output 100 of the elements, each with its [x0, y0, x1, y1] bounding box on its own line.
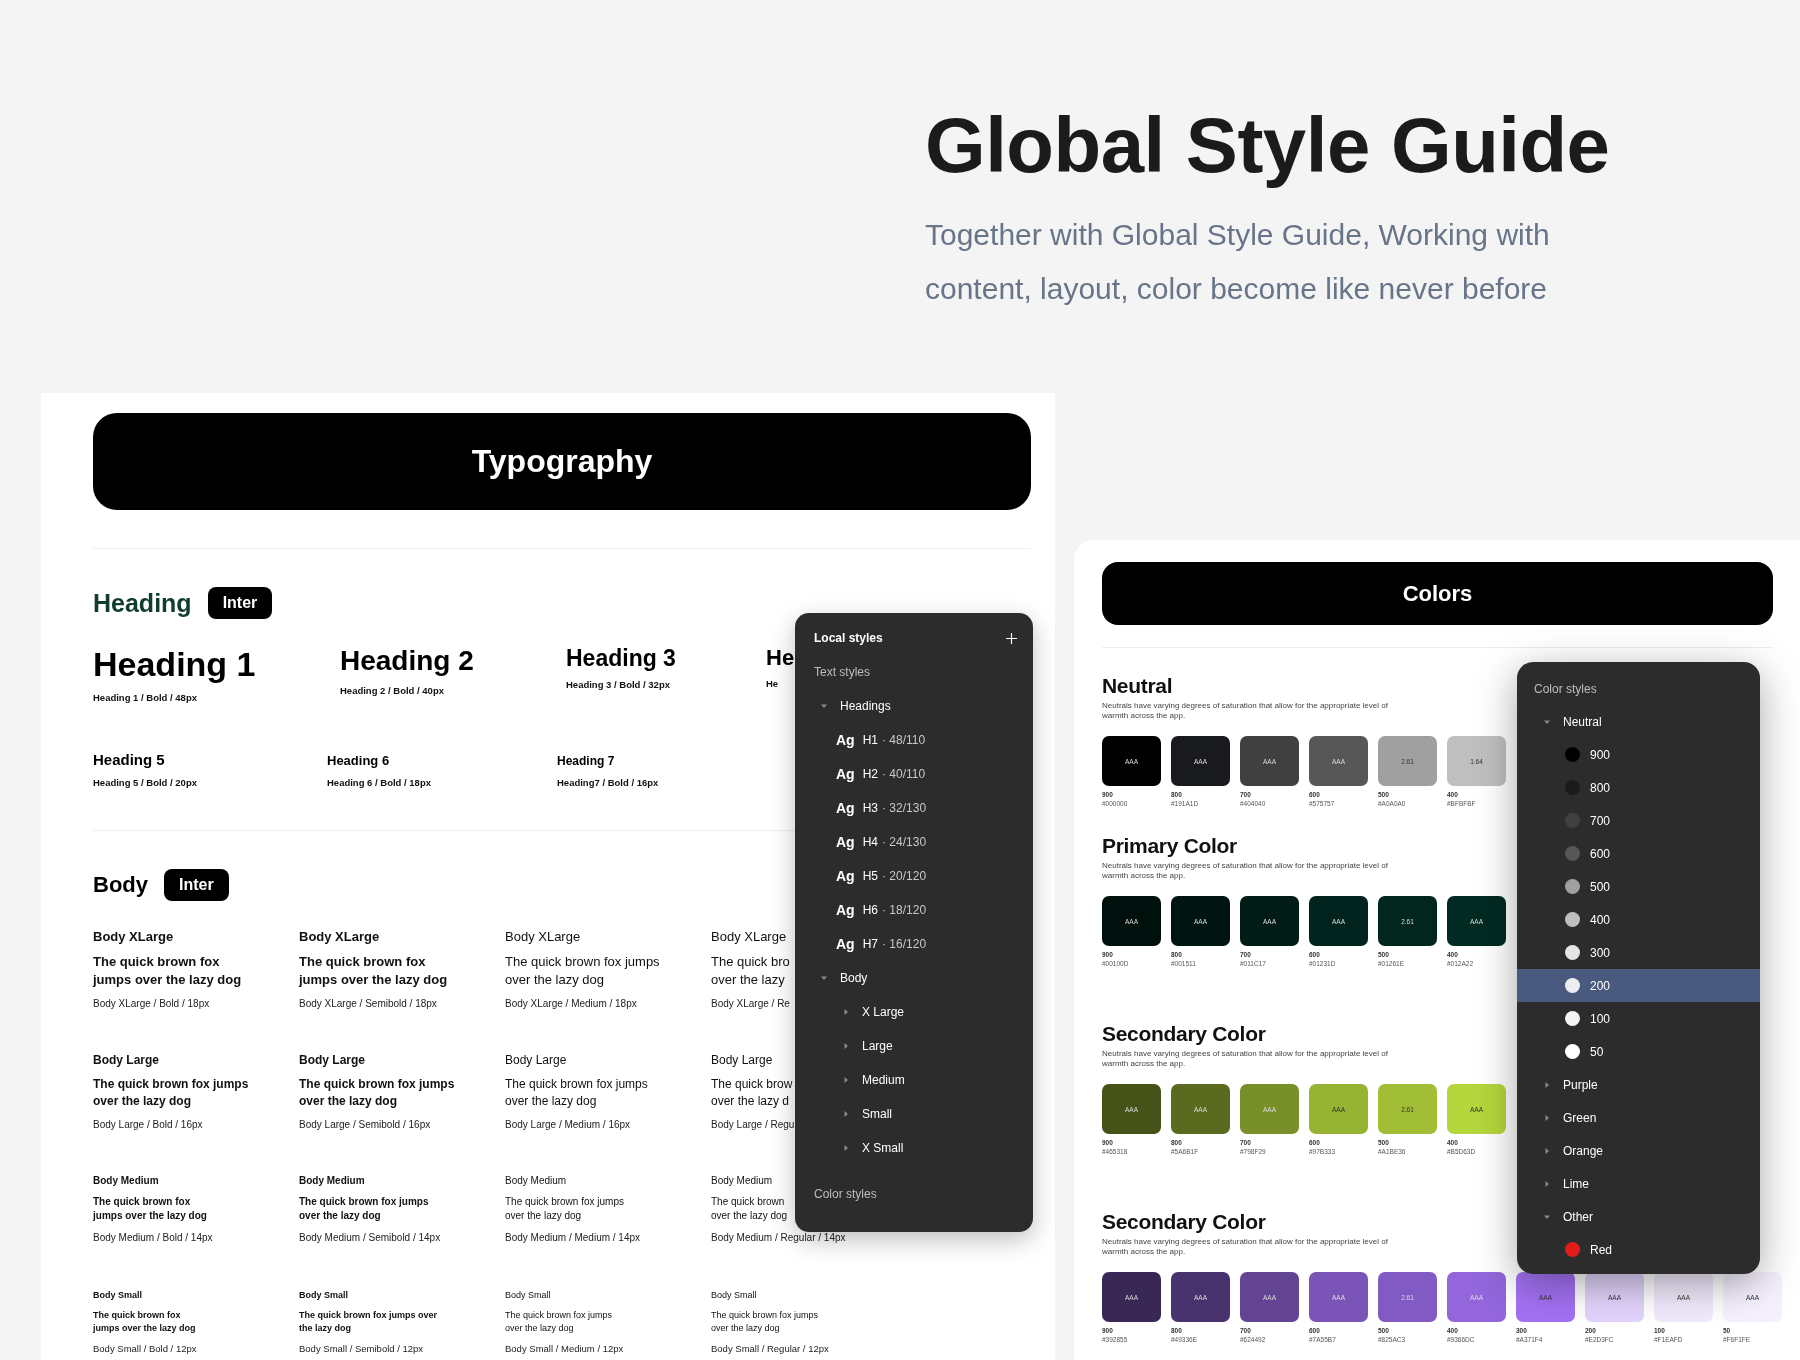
color-style-item[interactable]: 50	[1517, 1035, 1760, 1068]
style-name[interactable]: H1	[862, 733, 878, 747]
color-style-item[interactable]: 100	[1517, 1002, 1760, 1035]
sample-text: The quick brown fox jumps over the lazy dog	[299, 1309, 438, 1335]
color-style-item[interactable]: 300	[1517, 936, 1760, 969]
text-style-sample: Ag	[836, 732, 855, 748]
style-spec: Body Large / Medium / 16px	[505, 1118, 631, 1130]
text-style-sample: Ag	[836, 834, 855, 850]
color-style-item[interactable]: 400	[1517, 903, 1760, 936]
style-spec: Heading 5 / Bold / 20px	[93, 777, 197, 789]
style-size: · 32/130	[882, 801, 927, 815]
color-style-item[interactable]: 500	[1517, 870, 1760, 903]
folder-label[interactable]: Small	[862, 1107, 892, 1121]
group-label[interactable]: Neutral	[1563, 714, 1602, 729]
color-name: 500	[1590, 879, 1611, 894]
style-spec: He	[766, 678, 779, 690]
folder-label[interactable]: X Small	[862, 1141, 904, 1155]
group-label[interactable]: Orange	[1563, 1143, 1604, 1158]
style-title: Body Small	[711, 1290, 757, 1301]
style-spec: Body Medium / Semibold / 14px	[299, 1232, 441, 1244]
heading-sample: Heading 5	[93, 751, 165, 769]
group-label[interactable]: Lime	[1563, 1176, 1589, 1191]
add-icon[interactable]	[1006, 632, 1017, 644]
style-name[interactable]: H3	[862, 801, 878, 815]
style-size: · 48/110	[882, 733, 926, 747]
caret-icon[interactable]	[1543, 1080, 1551, 1089]
caret-icon[interactable]	[842, 1008, 850, 1016]
style-title: Body Large	[299, 1053, 365, 1068]
sample-text: The quick brown fox jumps over the lazy dog	[93, 953, 242, 990]
style-spec: Body Medium / Bold / 14px	[93, 1232, 213, 1244]
group-description: Neutrals have varying degrees of saturation that allow for the appropriate level of warmth across the app.	[1102, 1049, 1388, 1069]
style-name[interactable]: H4	[862, 835, 878, 849]
text-style-sample: Ag	[836, 936, 855, 952]
style-spec: Body XLarge / Medium / 18px	[505, 998, 637, 1010]
style-spec: Body Large / Bold / 16px	[93, 1118, 203, 1130]
style-title: Body Medium	[299, 1175, 365, 1187]
style-title: Body Large	[93, 1053, 159, 1068]
sample-text: The quick brown fox jumps over the lazy dog	[505, 1076, 648, 1110]
style-name[interactable]: H7	[862, 937, 878, 951]
style-spec: Body Small / Medium / 12px	[505, 1343, 624, 1355]
caret-icon[interactable]	[1543, 1113, 1551, 1122]
color-style-item[interactable]: Red	[1517, 1233, 1760, 1266]
caret-icon[interactable]	[842, 1110, 850, 1118]
caret-icon[interactable]	[1543, 1146, 1551, 1155]
style-spec: Body Medium / Medium / 14px	[505, 1232, 641, 1244]
text-style-sample: Ag	[836, 902, 855, 918]
color-style-item[interactable]: 900	[1517, 738, 1760, 771]
style-title: Body XLarge	[299, 929, 380, 945]
style-title: Body Medium	[93, 1175, 159, 1187]
caret-icon[interactable]	[842, 1144, 850, 1152]
heading-sample: Heading 2	[340, 645, 474, 678]
color-name: 200	[1590, 978, 1611, 993]
panel-title: Local styles	[814, 631, 883, 645]
style-size: · 24/130	[882, 835, 927, 849]
text-style-sample: Ag	[836, 868, 855, 884]
style-spec: Body XLarge / Bold / 18px	[93, 998, 210, 1010]
style-spec: Body Large / Regu	[711, 1118, 795, 1130]
style-spec: Body Small / Semibold / 12px	[299, 1343, 424, 1355]
folder-label[interactable]: X Large	[862, 1005, 905, 1019]
group-label[interactable]: Other	[1563, 1209, 1593, 1224]
style-name[interactable]: H6	[862, 903, 878, 917]
color-style-item[interactable]: 200	[1517, 969, 1760, 1002]
text-style-sample: Ag	[836, 800, 855, 816]
caret-icon[interactable]	[820, 974, 828, 982]
folder-label[interactable]: Large	[862, 1039, 893, 1053]
sample-text: The quick brown over the lazy dog	[711, 1195, 788, 1224]
caret-icon[interactable]	[820, 702, 828, 710]
section-label: Text styles	[814, 665, 870, 679]
sample-text: The quick bro over the lazy	[711, 953, 790, 990]
sample-text: The quick brown fox jumps over the lazy dog	[299, 953, 448, 990]
folder-label[interactable]: Medium	[862, 1073, 905, 1087]
caret-icon[interactable]	[1543, 1179, 1551, 1188]
color-style-item[interactable]: 700	[1517, 804, 1760, 837]
style-size: · 40/110	[882, 767, 926, 781]
group-description: Neutrals have varying degrees of saturation that allow for the appropriate level of warmth across the app.	[1102, 701, 1388, 721]
section-label: Color styles	[814, 1187, 877, 1201]
style-spec: Heading 3 / Bold / 32px	[566, 679, 670, 691]
text-style-sample: Ag	[836, 766, 855, 782]
caret-icon[interactable]	[842, 1042, 850, 1050]
style-title: Body Large	[505, 1053, 567, 1068]
color-style-item[interactable]: 800	[1517, 771, 1760, 804]
style-name[interactable]: H5	[862, 869, 878, 883]
group-label[interactable]: Body	[840, 971, 868, 985]
font-tag: Inter	[164, 869, 229, 902]
style-title: Body Medium	[711, 1175, 773, 1187]
style-name[interactable]: H2	[862, 767, 878, 781]
group-label[interactable]: Green	[1563, 1110, 1597, 1125]
group-label[interactable]: Purple	[1563, 1077, 1598, 1092]
group-label[interactable]: Headings	[840, 699, 891, 713]
section-label: Body	[93, 872, 148, 899]
caret-icon[interactable]	[842, 1076, 850, 1084]
sample-text: The quick brown fox jumps over the lazy dog	[299, 1195, 429, 1224]
style-title: Body XLarge	[505, 929, 581, 945]
style-spec: Body XLarge / Re	[711, 998, 790, 1010]
color-style-item[interactable]: 600	[1517, 837, 1760, 870]
sample-text: The quick brown fox jumps over the lazy dog	[505, 953, 660, 990]
style-spec: Heading 6 / Bold / 18px	[327, 777, 431, 789]
sample-text: The quick brown fox jumps over the lazy dog	[711, 1309, 819, 1335]
style-spec: Heading 1 / Bold / 48px	[93, 692, 197, 704]
page-title: Global Style Guide	[925, 100, 1610, 190]
